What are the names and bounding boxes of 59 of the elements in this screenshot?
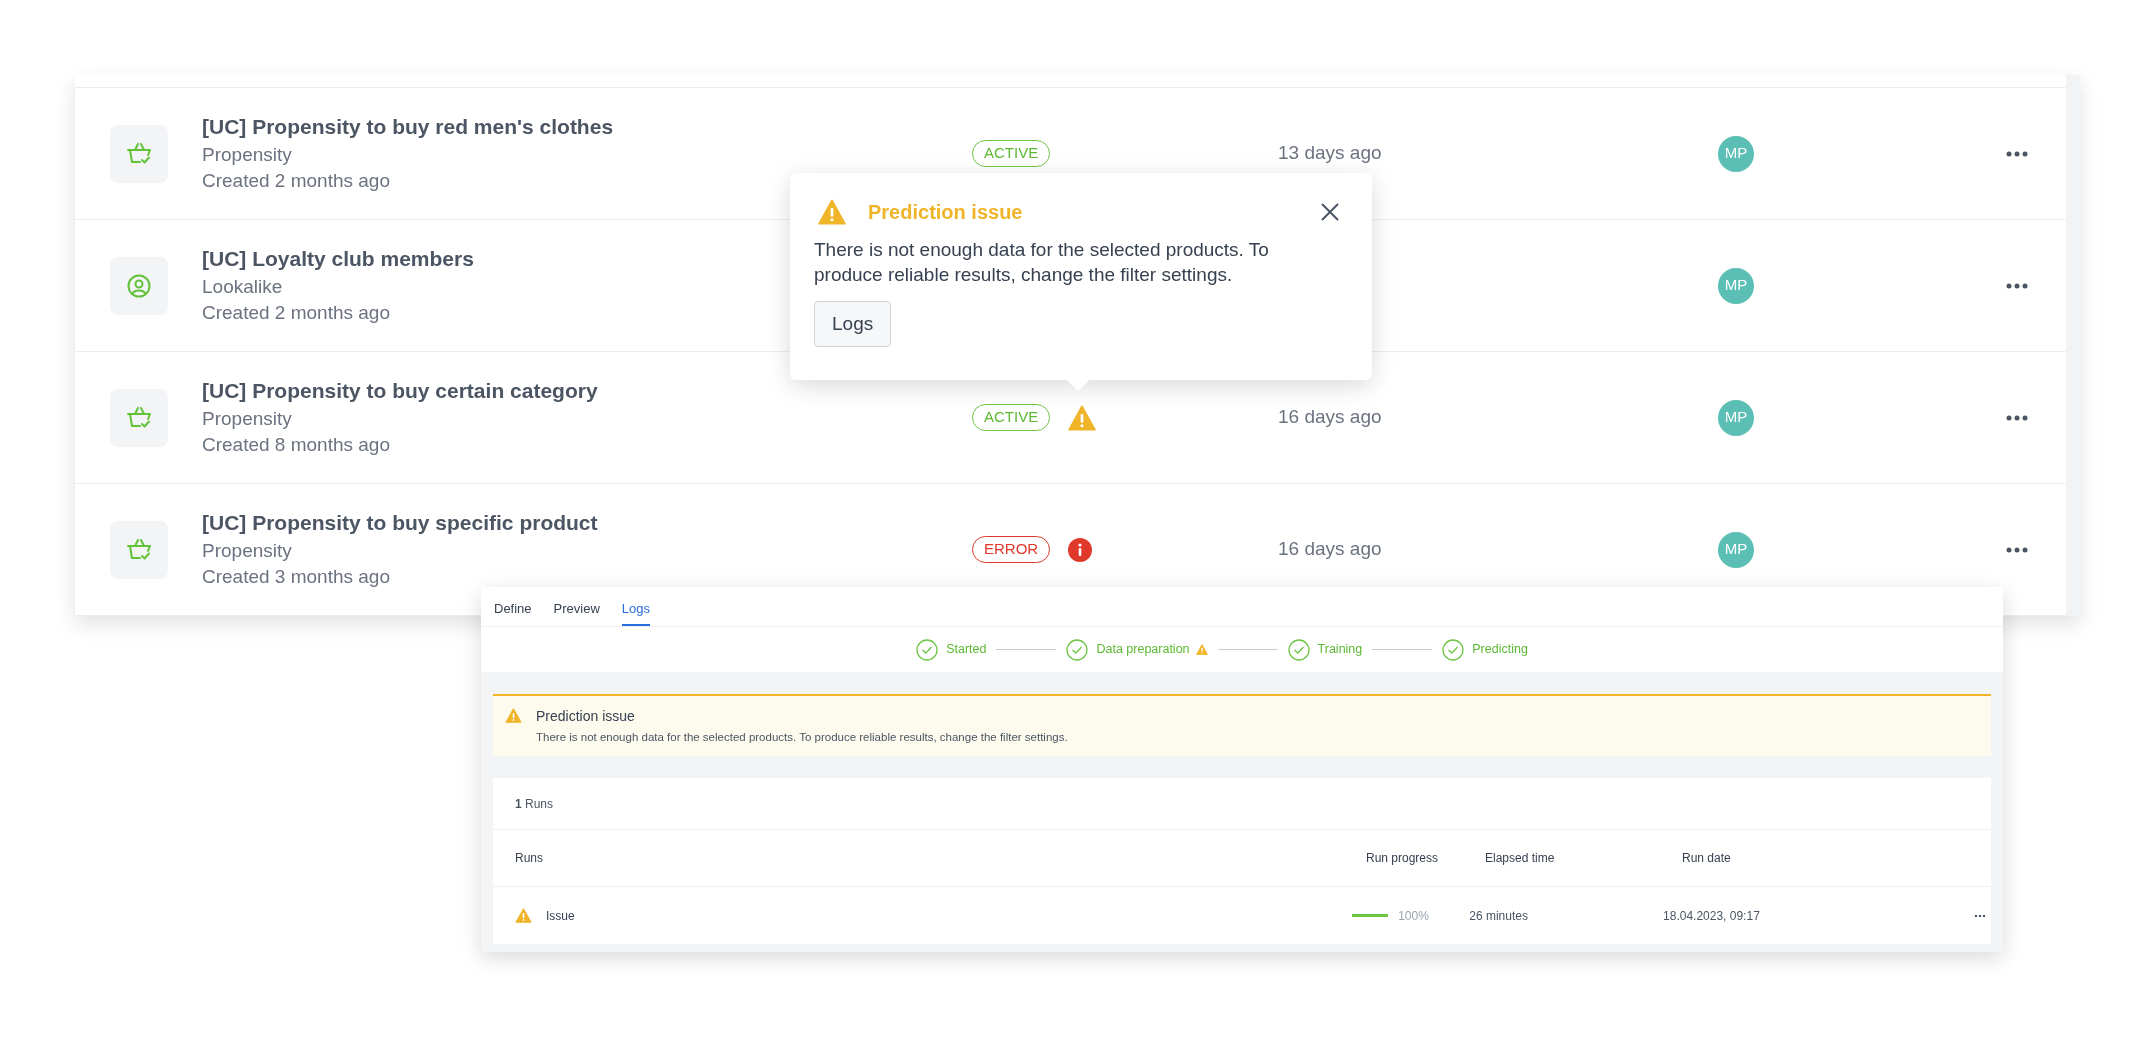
model-type: Propensity (202, 407, 292, 431)
more-icon[interactable] (2006, 546, 2028, 553)
progress-text: 100% (1398, 907, 1429, 925)
warning-icon (515, 908, 532, 924)
check-circle-icon (916, 638, 939, 661)
step-label: Training (1317, 641, 1363, 659)
tab[interactable]: Preview (553, 598, 600, 626)
run-date: 18.04.2023, 09:17 (1663, 907, 1761, 925)
banner-title: Prediction issue (536, 707, 636, 726)
warning-icon (818, 199, 846, 225)
popover-title: Prediction issue (868, 200, 1023, 225)
close-icon[interactable] (1320, 202, 1340, 222)
owner-avatar: MP (1718, 531, 1754, 568)
basket-icon (126, 405, 152, 430)
column-header: Run progress (1366, 850, 1440, 868)
warning-icon (505, 708, 522, 723)
check-circle-icon (1442, 638, 1465, 661)
owner-avatar: MP (1718, 135, 1754, 172)
step-label: Started (946, 641, 987, 659)
run-name[interactable]: Issue (546, 906, 575, 925)
step-label: Predicting (1472, 641, 1528, 659)
popover-message: There is not enough data for the selected products. To produce reliable results, change the filter settings. (814, 238, 1270, 287)
column-header: Elapsed time (1485, 850, 1556, 868)
column-header: Runs (515, 850, 544, 868)
owner-avatar: MP (1718, 399, 1754, 436)
updated-time: 13 days ago (1278, 142, 1382, 164)
user-icon (127, 273, 151, 298)
model-title[interactable]: [UC] Propensity to buy red men's clothes (202, 113, 614, 141)
logs-button[interactable]: Logs (814, 301, 892, 347)
elapsed-time: 26 minutes (1469, 907, 1529, 925)
step-label: Data preparation (1096, 641, 1190, 659)
more-icon[interactable] (2006, 282, 2028, 289)
more-icon[interactable] (2006, 414, 2028, 421)
banner-message: There is not enough data for the selected products. To produce reliable results, change the filter settings. (536, 730, 1068, 745)
model-created: Created 2 months ago (202, 169, 390, 193)
model-created: Created 3 months ago (202, 565, 390, 589)
warning-icon (1068, 404, 1097, 431)
model-type: Propensity (202, 143, 292, 167)
check-circle-icon (1066, 638, 1089, 661)
updated-time: 16 days ago (1278, 406, 1382, 428)
warning-icon (1195, 644, 1208, 655)
check-circle-icon (1287, 638, 1310, 661)
model-title[interactable]: [UC] Loyalty club members (202, 245, 474, 273)
model-created: Created 2 months ago (202, 301, 390, 325)
model-type: Lookalike (202, 275, 283, 299)
basket-icon (126, 141, 152, 166)
more-icon[interactable] (2006, 150, 2028, 157)
runs-count: 1 Runs (515, 795, 554, 813)
owner-avatar: MP (1718, 267, 1754, 304)
model-created: Created 8 months ago (202, 433, 390, 457)
column-header: Run date (1682, 850, 1731, 868)
more-icon[interactable] (1974, 914, 1986, 918)
basket-icon (126, 537, 152, 562)
tab[interactable]: Logs (621, 598, 651, 626)
updated-time: 16 days ago (1278, 538, 1382, 560)
model-type: Propensity (202, 539, 292, 563)
model-title[interactable]: [UC] Propensity to buy certain category (202, 377, 598, 405)
tab[interactable]: Define (494, 598, 532, 626)
model-title[interactable]: [UC] Propensity to buy specific product (202, 509, 598, 537)
